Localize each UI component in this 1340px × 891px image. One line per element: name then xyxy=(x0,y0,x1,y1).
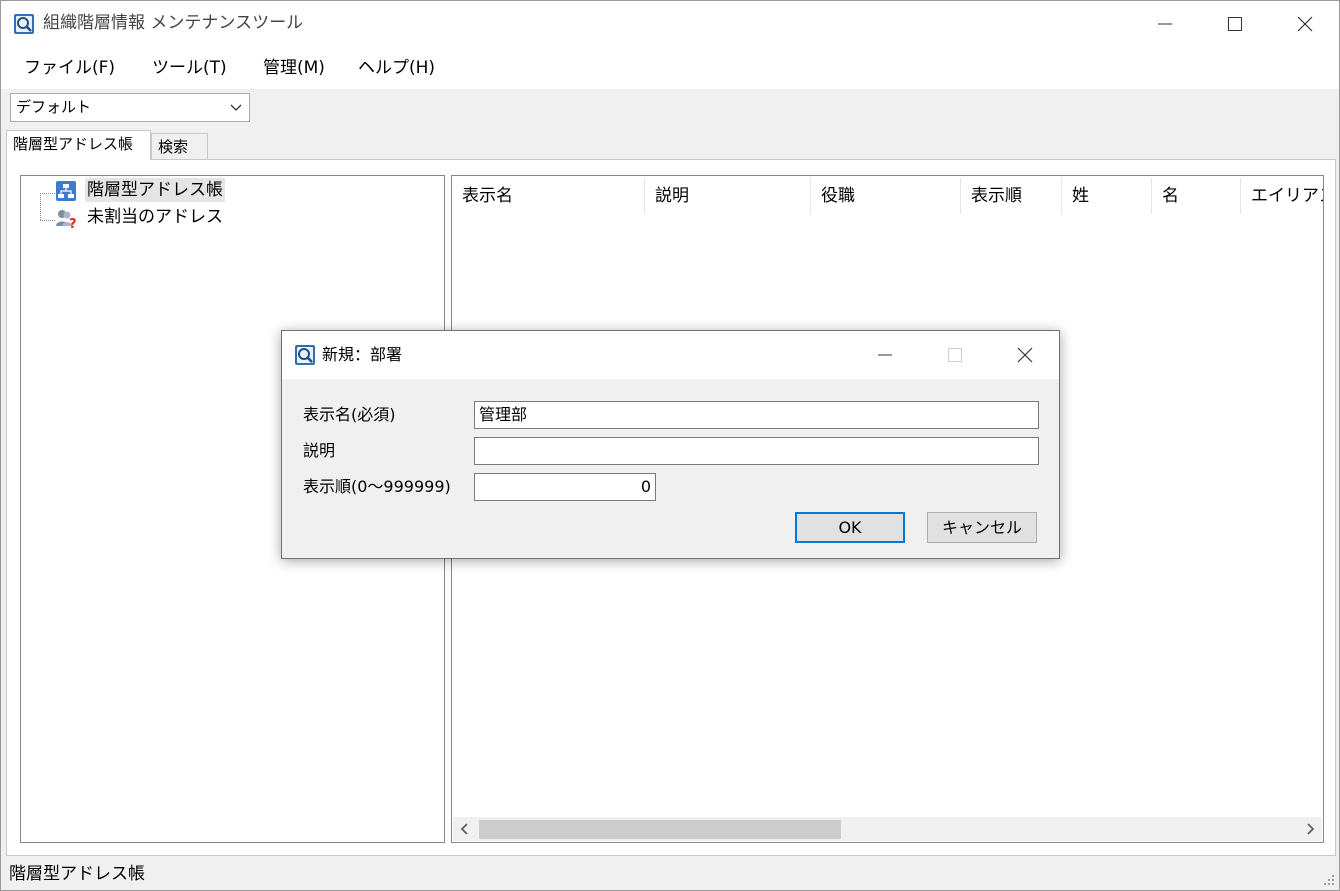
tree-connector xyxy=(40,193,41,220)
minimize-icon xyxy=(1158,23,1172,25)
close-button[interactable] xyxy=(1270,1,1340,47)
column-header-alias[interactable]: エイリアス xyxy=(1241,178,1323,214)
scroll-right-icon[interactable] xyxy=(1305,823,1315,835)
column-header-surname[interactable]: 姓 xyxy=(1062,178,1152,214)
tree-item-label: 未割当のアドレス xyxy=(87,207,223,227)
description-field[interactable] xyxy=(474,437,1039,465)
dialog-maximize-button xyxy=(920,331,990,379)
column-header-display-name[interactable]: 表示名 xyxy=(452,178,645,214)
maximize-button[interactable] xyxy=(1200,1,1270,47)
status-text: 階層型アドレス帳 xyxy=(9,864,145,884)
maximize-icon xyxy=(948,348,962,362)
tree-connector xyxy=(40,193,55,194)
tab-search[interactable]: 検索 xyxy=(151,133,208,161)
tree-connector xyxy=(40,220,55,221)
menu-file[interactable]: ファイル(F) xyxy=(24,56,115,80)
dialog-title: 新規：部署 xyxy=(322,345,403,364)
close-icon xyxy=(1017,347,1033,363)
dialog-minimize-button[interactable] xyxy=(850,331,920,379)
new-department-dialog: 新規：部署 表示名(必須) 管理部 説明 表示順(0〜999999) 0 OK … xyxy=(281,330,1060,559)
column-header-description[interactable]: 説明 xyxy=(645,178,811,214)
menu-help[interactable]: ヘルプ(H) xyxy=(358,56,435,80)
maximize-icon xyxy=(1228,17,1242,31)
order-field[interactable]: 0 xyxy=(474,473,656,501)
menu-bar: ファイル(F) ツール(T) 管理(M) ヘルプ(H) xyxy=(1,47,1339,89)
chevron-down-icon xyxy=(230,104,242,111)
minimize-button[interactable] xyxy=(1130,1,1200,47)
menu-tools[interactable]: ツール(T) xyxy=(152,56,227,80)
display-name-label: 表示名(必須) xyxy=(303,405,396,424)
display-name-field[interactable]: 管理部 xyxy=(474,401,1039,429)
magnifier-app-icon xyxy=(295,345,315,365)
title-bar: 組織階層情報 メンテナンスツール xyxy=(1,1,1339,47)
dialog-close-button[interactable] xyxy=(990,331,1060,379)
resize-grip-icon[interactable] xyxy=(1323,874,1335,886)
window-title: 組織階層情報 メンテナンスツール xyxy=(43,13,304,33)
minimize-icon xyxy=(878,354,892,356)
horizontal-scrollbar[interactable] xyxy=(453,817,1322,841)
ok-button[interactable]: OK xyxy=(795,512,905,543)
tree-item-label: 階層型アドレス帳 xyxy=(85,178,225,202)
dialog-title-bar: 新規：部署 xyxy=(282,331,1059,379)
column-header-given-name[interactable]: 名 xyxy=(1152,178,1241,214)
hierarchy-icon xyxy=(56,181,76,201)
close-icon xyxy=(1297,16,1313,32)
menu-manage[interactable]: 管理(M) xyxy=(263,56,325,80)
unassigned-users-icon: ? xyxy=(56,210,77,229)
profile-select[interactable]: デフォルト xyxy=(10,93,250,122)
tab-hierarchical-address-book[interactable]: 階層型アドレス帳 xyxy=(6,130,151,160)
description-label: 説明 xyxy=(303,441,336,460)
scroll-left-icon[interactable] xyxy=(460,823,470,835)
svg-text:?: ? xyxy=(69,217,77,229)
scrollbar-thumb[interactable] xyxy=(479,820,841,839)
cancel-button[interactable]: キャンセル xyxy=(927,512,1037,543)
profile-select-value: デフォルト xyxy=(16,98,92,116)
magnifier-app-icon xyxy=(14,14,34,34)
column-header-title[interactable]: 役職 xyxy=(811,178,961,214)
status-bar: 階層型アドレス帳 xyxy=(1,859,1339,890)
order-label: 表示順(0〜999999) xyxy=(303,477,451,496)
column-header-order[interactable]: 表示順 xyxy=(961,178,1062,214)
